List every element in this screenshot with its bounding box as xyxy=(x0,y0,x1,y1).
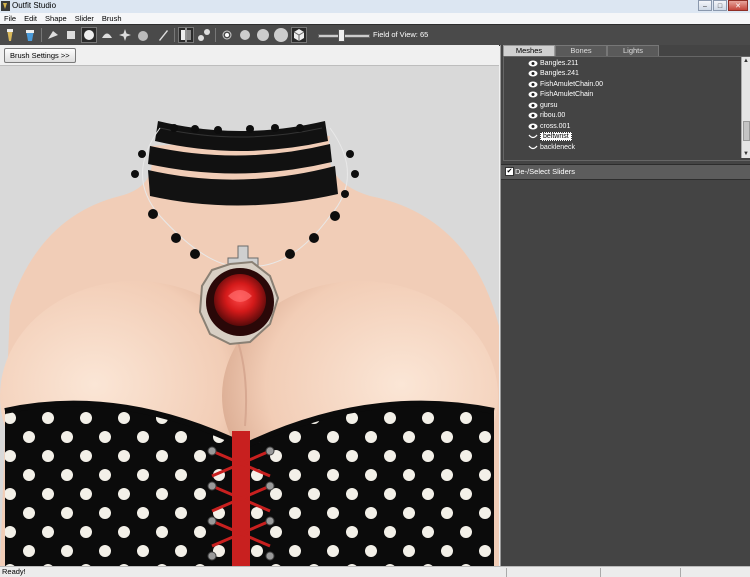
right-panel: Meshes Bones Lights Bangles.211 Bangles.… xyxy=(500,45,750,566)
fov-slider-thumb[interactable] xyxy=(338,29,345,42)
brush-size-xlarge-icon[interactable] xyxy=(273,27,289,43)
list-item[interactable]: cross.001 xyxy=(528,121,570,131)
scroll-down-icon[interactable]: ▼ xyxy=(742,150,750,158)
brush-size-small-icon[interactable] xyxy=(219,27,235,43)
color-brush-icon[interactable] xyxy=(155,27,171,43)
menu-brush[interactable]: Brush xyxy=(98,13,126,24)
eye-icon[interactable] xyxy=(528,60,538,67)
toolbar: Field of View: 65 xyxy=(0,24,750,46)
list-item[interactable]: backleneck xyxy=(528,142,575,152)
brush-size-medium-icon[interactable] xyxy=(237,27,253,43)
brush-settings-bar: Brush Settings >> xyxy=(0,45,499,66)
list-item[interactable]: FishAmuletChain xyxy=(528,90,593,100)
select-brush-icon[interactable] xyxy=(2,27,18,43)
app-icon xyxy=(1,1,10,11)
list-item[interactable]: ribou.00 xyxy=(528,111,565,121)
toolbar-separator xyxy=(41,28,42,42)
status-bar: Ready! xyxy=(0,566,750,577)
title-bar: Outfit Studio – □ ✕ xyxy=(0,0,750,14)
brush-settings-button[interactable]: Brush Settings >> xyxy=(4,48,76,63)
connected-toggle-icon[interactable] xyxy=(196,27,212,43)
viewport-render[interactable] xyxy=(0,66,499,566)
eye-icon[interactable] xyxy=(528,123,538,130)
weight-brush-icon[interactable] xyxy=(135,27,151,43)
mesh-list[interactable]: Bangles.211 Bangles.241 FishAmuletChain.… xyxy=(503,56,750,161)
eye-icon[interactable] xyxy=(528,81,538,88)
mesh-label: FishAmuletChain xyxy=(540,91,594,98)
toolbar-separator xyxy=(174,28,175,42)
wireframe-cube-icon[interactable] xyxy=(291,27,307,43)
move-brush-icon[interactable] xyxy=(81,27,97,43)
minimize-button[interactable]: – xyxy=(698,0,712,11)
closed-eye-icon[interactable] xyxy=(528,144,538,151)
mesh-label: gursu xyxy=(540,101,558,109)
mesh-label: backleneck xyxy=(540,143,576,151)
transform-brush-icon[interactable] xyxy=(117,27,133,43)
menu-file[interactable]: File xyxy=(0,13,20,24)
maximize-button[interactable]: □ xyxy=(713,0,727,11)
eye-icon[interactable] xyxy=(528,91,538,98)
sliders-header: ✔ De-/Select Sliders xyxy=(501,164,750,180)
symmetry-toggle-icon[interactable] xyxy=(178,27,194,43)
scroll-thumb[interactable] xyxy=(743,121,750,141)
list-item[interactable]: Bangles.241 xyxy=(528,69,579,79)
toolbar-separator xyxy=(215,28,216,42)
list-item[interactable]: gursu xyxy=(528,100,558,110)
fov-label: Field of View: 65 xyxy=(373,30,429,39)
mesh-label: ribou.00 xyxy=(540,112,566,119)
close-button[interactable]: ✕ xyxy=(728,0,748,11)
mesh-label-selected: beltwrist xyxy=(540,132,572,141)
inflate-brush-icon[interactable] xyxy=(45,27,61,43)
mask-brush-icon[interactable] xyxy=(22,27,38,43)
closed-eye-icon[interactable] xyxy=(528,133,538,140)
menu-slider[interactable]: Slider xyxy=(71,13,98,24)
scroll-up-icon[interactable]: ▲ xyxy=(742,57,750,65)
mesh-label: FishAmuletChain.00 xyxy=(540,80,604,88)
deflate-brush-icon[interactable] xyxy=(63,27,79,43)
mesh-label: Bangles.241 xyxy=(540,70,579,77)
menu-edit[interactable]: Edit xyxy=(20,13,41,24)
eye-icon[interactable] xyxy=(528,70,538,77)
select-sliders-checkbox[interactable]: ✔ xyxy=(505,167,514,176)
mesh-label: cross.001 xyxy=(540,122,571,130)
mesh-list-scrollbar[interactable]: ▲ ▼ xyxy=(741,57,750,158)
mesh-label: Bangles.211 xyxy=(540,59,579,67)
eye-icon[interactable] xyxy=(528,102,538,109)
list-item[interactable]: Bangles.211 xyxy=(528,58,578,68)
3d-viewport[interactable] xyxy=(0,66,499,566)
window-title: Outfit Studio xyxy=(12,1,57,10)
eye-icon[interactable] xyxy=(528,112,538,119)
sliders-header-label: De-/Select Sliders xyxy=(515,167,576,176)
menu-bar: File Edit Shape Slider Brush xyxy=(0,13,750,24)
list-item[interactable]: FishAmuletChain.00 xyxy=(528,79,603,89)
panel-tabs: Meshes Bones Lights xyxy=(503,45,659,57)
list-item[interactable]: beltwrist xyxy=(528,132,572,142)
menu-shape[interactable]: Shape xyxy=(41,13,71,24)
brush-size-large-icon[interactable] xyxy=(255,27,271,43)
smooth-brush-icon[interactable] xyxy=(99,27,115,43)
